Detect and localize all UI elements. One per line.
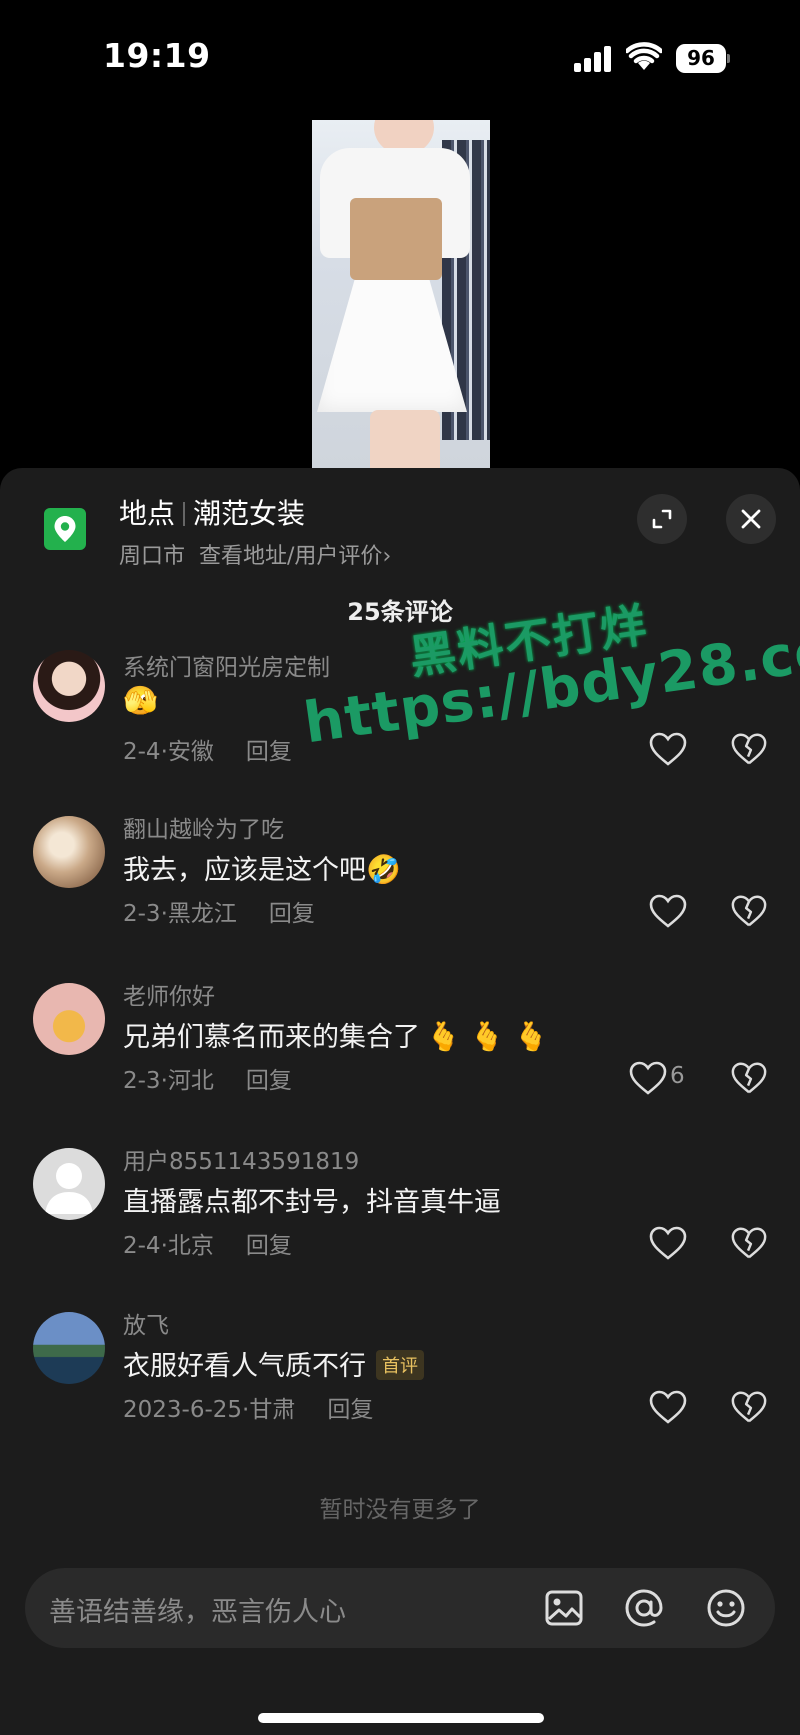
close-icon: [741, 509, 761, 529]
avatar[interactable]: [33, 1148, 105, 1220]
location-title[interactable]: 地点 潮范女装: [119, 492, 305, 532]
reply-button[interactable]: 回复: [246, 1068, 292, 1094]
status-bar: 19:19 96: [0, 0, 800, 110]
comment-region: 甘肃: [249, 1397, 296, 1423]
battery-level: 96: [676, 44, 726, 73]
chevron-right-icon: ›: [382, 544, 392, 569]
at-icon[interactable]: [623, 1587, 665, 1629]
broken-heart-icon[interactable]: [730, 893, 768, 929]
location-subtitle[interactable]: 周口市 查看地址/用户评价›: [119, 538, 391, 570]
wifi-icon: [626, 42, 662, 70]
comment-username[interactable]: 放飞: [123, 1306, 169, 1340]
broken-heart-icon[interactable]: [730, 1225, 768, 1261]
comment-emoji: 🤣: [366, 853, 401, 886]
comment-item: 放飞 衣服好看人气质不行 首评 2023-6-25·甘肃 回复: [0, 1304, 800, 1454]
location-name: 潮范女装: [193, 497, 306, 530]
heart-icon[interactable]: [648, 893, 688, 929]
comment-text: 我去，应该是这个吧🤣: [123, 848, 401, 887]
broken-heart-icon[interactable]: [730, 1389, 768, 1425]
first-comment-badge: 首评: [376, 1350, 424, 1380]
comment-text: 直播露点都不封号，抖音真牛逼: [123, 1180, 501, 1219]
location-link[interactable]: 查看地址/用户评价: [199, 544, 382, 569]
emoji-icon[interactable]: [705, 1587, 747, 1629]
heart-icon[interactable]: [648, 1389, 688, 1425]
comment-body: 直播露点都不封号，抖音真牛逼: [123, 1187, 501, 1218]
comment-region: 安徽: [167, 739, 214, 765]
home-indicator[interactable]: [258, 1713, 544, 1723]
comment-body: 兄弟们慕名而来的集合了: [123, 1022, 420, 1053]
comment-date: 2-4: [123, 739, 161, 765]
comment-date: 2-4: [123, 1233, 161, 1259]
comment-username[interactable]: 系统门窗阳光房定制: [123, 648, 330, 682]
comment-text: 🫣: [123, 684, 158, 717]
comment-meta: 2-3·河北 回复: [123, 1068, 292, 1094]
reply-button[interactable]: 回复: [269, 901, 315, 927]
comment-meta: 2-3·黑龙江 回复: [123, 901, 315, 927]
location-city: 周口市: [119, 544, 186, 569]
comment-item: 用户8551143591819 直播露点都不封号，抖音真牛逼 2-4·北京 回复: [0, 1140, 800, 1290]
avatar[interactable]: [33, 1312, 105, 1384]
image-icon[interactable]: [543, 1587, 585, 1629]
comment-username[interactable]: 用户8551143591819: [123, 1142, 359, 1176]
expand-button[interactable]: [637, 494, 687, 544]
comment-date: 2-3: [123, 901, 161, 927]
comment-item: 翻山越岭为了吃 我去，应该是这个吧🤣 2-3·黑龙江 回复: [0, 808, 800, 958]
comment-body: 衣服好看人气质不行: [123, 1351, 366, 1382]
avatar[interactable]: [33, 650, 105, 722]
heart-icon[interactable]: [648, 1225, 688, 1261]
battery-icon: 96: [676, 44, 730, 73]
comment-region: 黑龙江: [167, 901, 237, 927]
broken-heart-icon[interactable]: [730, 1060, 768, 1096]
avatar[interactable]: [33, 816, 105, 888]
comment-input[interactable]: 善语结善缘，恶言伤人心: [25, 1568, 775, 1648]
comment-username[interactable]: 翻山越岭为了吃: [123, 810, 284, 844]
location-pin-icon[interactable]: [44, 508, 86, 550]
comment-input-placeholder: 善语结善缘，恶言伤人心: [49, 1597, 346, 1628]
reply-button[interactable]: 回复: [246, 1233, 292, 1259]
like-count: 6: [670, 1063, 685, 1089]
heart-icon: [629, 1061, 667, 1095]
comment-region: 北京: [167, 1233, 214, 1259]
avatar[interactable]: [33, 983, 105, 1055]
comment-meta: 2-4·安徽 回复: [123, 739, 292, 765]
broken-heart-icon[interactable]: [730, 731, 768, 767]
status-time: 19:19: [103, 36, 211, 75]
heart-icon[interactable]: [648, 731, 688, 767]
like-button[interactable]: 6: [628, 1060, 708, 1096]
comment-text: 兄弟们慕名而来的集合了 🫰 🫰 🫰: [123, 1015, 548, 1054]
comment-date: 2023-6-25: [123, 1397, 243, 1423]
close-button[interactable]: [726, 494, 776, 544]
reply-button[interactable]: 回复: [327, 1397, 373, 1423]
reply-button[interactable]: 回复: [246, 739, 292, 765]
default-avatar-icon: [45, 1163, 93, 1214]
no-more-note: 暂时没有更多了: [319, 1497, 481, 1523]
video-preview[interactable]: [312, 120, 490, 470]
comment-meta: 2023-6-25·甘肃 回复: [123, 1397, 374, 1423]
comment-emoji: 🫣: [123, 684, 158, 717]
location-label: 地点: [119, 497, 176, 530]
expand-icon: [652, 509, 672, 529]
comment-body: 我去，应该是这个吧: [123, 855, 366, 886]
comment-emoji: 🫰 🫰 🫰: [426, 1020, 549, 1053]
comment-count: 25条评论: [347, 598, 453, 626]
comment-meta: 2-4·北京 回复: [123, 1233, 292, 1259]
comment-text: 衣服好看人气质不行 首评: [123, 1344, 424, 1383]
comment-item: 老师你好 兄弟们慕名而来的集合了 🫰 🫰 🫰 2-3·河北 回复 6: [0, 975, 800, 1125]
comment-region: 河北: [167, 1068, 214, 1094]
signal-icon: [574, 46, 612, 72]
comment-date: 2-3: [123, 1068, 161, 1094]
comment-username[interactable]: 老师你好: [123, 977, 215, 1011]
